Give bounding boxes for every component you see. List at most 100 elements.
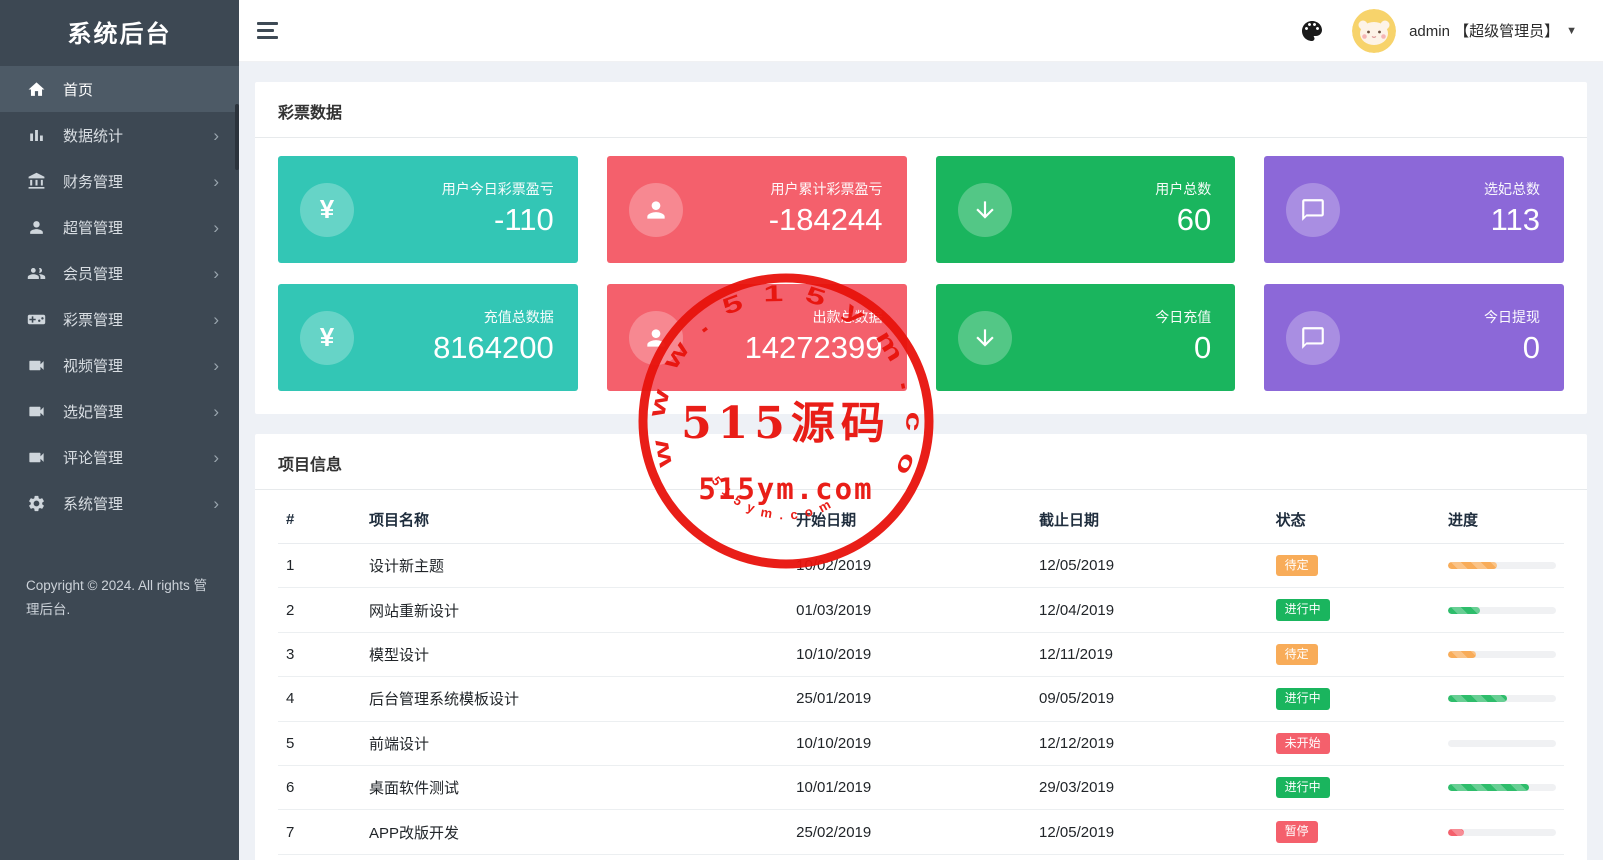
start-date: 10/01/2019 (788, 765, 1031, 809)
progress-bar (1448, 562, 1556, 569)
start-date: 25/02/2019 (788, 810, 1031, 854)
sidebar-item-会员管理[interactable]: 会员管理› (0, 250, 239, 296)
stat-card-label: 充值总数据 (433, 307, 554, 327)
row-number: 4 (278, 677, 361, 721)
sidebar-item-系统管理[interactable]: 系统管理› (0, 480, 239, 526)
progress-fill (1448, 651, 1476, 658)
chevron-right-icon: › (213, 495, 219, 512)
project-name: 后台管理系统模板设计 (361, 677, 788, 721)
user-icon (27, 218, 46, 237)
sidebar-item-label: 彩票管理 (63, 309, 123, 330)
stat-card-出款总数据: 出款总数据14272399 (607, 284, 907, 391)
table-row: 5前端设计10/10/201912/12/2019未开始 (278, 721, 1564, 765)
video-icon (27, 448, 46, 467)
sidebar-scrollbar[interactable] (235, 104, 239, 170)
stat-card-value: 60 (1155, 201, 1211, 240)
lottery-panel-title: 彩票数据 (255, 82, 1587, 138)
column-header: 项目名称 (361, 490, 788, 544)
chevron-down-icon[interactable]: ▼ (1566, 25, 1577, 37)
stat-cards: ¥ 用户今日彩票盈亏-110 用户累计彩票盈亏-184244 用户总数60 选妃总数11… (255, 138, 1587, 414)
sidebar-item-首页[interactable]: 首页 (0, 66, 239, 112)
video-icon (27, 402, 46, 421)
end-date: 29/03/2019 (1031, 765, 1268, 809)
project-name: 前端设计 (361, 721, 788, 765)
progress-fill (1448, 562, 1497, 569)
stat-card-选妃总数: 选妃总数113 (1264, 156, 1564, 263)
home-icon (27, 80, 46, 99)
status-badge: 待定 (1276, 555, 1318, 576)
end-date: 12/12/2019 (1031, 721, 1268, 765)
stat-card-label: 用户总数 (1155, 179, 1211, 199)
top-header: admin 【超级管理员】 ▼ (239, 0, 1603, 62)
theme-palette-icon[interactable] (1300, 19, 1324, 43)
project-name: APP改版开发 (361, 810, 788, 854)
sidebar-item-数据统计[interactable]: 数据统计› (0, 112, 239, 158)
users-icon (27, 264, 46, 283)
sidebar-item-label: 评论管理 (63, 447, 123, 468)
sidebar-item-选妃管理[interactable]: 选妃管理 › (0, 388, 239, 434)
arrow-down-icon (958, 311, 1012, 365)
stat-card-value: 0 (1484, 329, 1540, 368)
yen-icon: ¥ (300, 183, 354, 237)
chevron-right-icon: › (213, 449, 219, 466)
current-user[interactable]: admin 【超级管理员】 (1409, 20, 1559, 41)
sidebar-item-label: 选妃管理 (63, 401, 123, 422)
user-icon (629, 311, 683, 365)
yen-icon: ¥ (300, 311, 354, 365)
chat-icon (1286, 311, 1340, 365)
avatar[interactable] (1352, 9, 1396, 53)
start-date: 10/10/2019 (788, 721, 1031, 765)
progress-fill (1448, 695, 1507, 702)
end-date: 12/05/2019 (1031, 810, 1268, 854)
stat-card-value: 113 (1484, 201, 1540, 240)
sidebar-item-评论管理[interactable]: 评论管理 › (0, 434, 239, 480)
sidebar-item-财务管理[interactable]: 财务管理› (0, 158, 239, 204)
progress-bar (1448, 607, 1556, 614)
status-badge: 暂停 (1276, 821, 1318, 842)
progress-bar (1448, 740, 1556, 747)
stat-card-用户累计彩票盈亏: 用户累计彩票盈亏-184244 (607, 156, 907, 263)
sidebar-item-彩票管理[interactable]: 彩票管理 › (0, 296, 239, 342)
sidebar-toggle-icon[interactable] (257, 21, 283, 41)
row-number: 7 (278, 810, 361, 854)
stat-card-value: -110 (442, 201, 554, 240)
table-row: 7APP改版开发25/02/201912/05/2019 暂停 (278, 810, 1564, 854)
sidebar-item-label: 首页 (63, 79, 93, 100)
progress-fill (1448, 784, 1529, 791)
row-number: 6 (278, 765, 361, 809)
stat-card-value: -184244 (769, 201, 883, 240)
stat-card-用户今日彩票盈亏: ¥ 用户今日彩票盈亏-110 (278, 156, 578, 263)
progress-bar (1448, 651, 1556, 658)
start-date: 01/03/2019 (788, 588, 1031, 632)
chat-icon (1286, 183, 1340, 237)
stat-card-label: 用户今日彩票盈亏 (442, 179, 554, 199)
sidebar-copyright: Copyright © 2024. All rights 管理后台. (0, 574, 239, 621)
project-info-panel: 项目信息 #项目名称开始日期截止日期状态进度 1设计新主题10/02/20191… (255, 434, 1587, 860)
sidebar-nav: 首页数据统计›财务管理›超管管理›会员管理›彩票管理›视频管理›选妃管理›评论管… (0, 66, 239, 526)
user-icon (629, 183, 683, 237)
table-header-row: #项目名称开始日期截止日期状态进度 (278, 490, 1564, 544)
stat-card-用户总数: 用户总数60 (936, 156, 1236, 263)
chevron-right-icon: › (213, 173, 219, 190)
table-row: 1设计新主题10/02/201912/05/2019待定 (278, 544, 1564, 588)
sidebar-item-视频管理[interactable]: 视频管理 › (0, 342, 239, 388)
chevron-right-icon: › (213, 403, 219, 420)
chevron-right-icon: › (213, 357, 219, 374)
status-badge: 进行中 (1276, 599, 1330, 620)
stat-card-今日提现: 今日提现0 (1264, 284, 1564, 391)
column-header: 截止日期 (1031, 490, 1268, 544)
chevron-right-icon: › (213, 127, 219, 144)
gear-icon (27, 494, 46, 513)
sidebar-item-超管管理[interactable]: 超管管理› (0, 204, 239, 250)
stat-card-value: 8164200 (433, 329, 554, 368)
start-date: 10/10/2019 (788, 632, 1031, 676)
chevron-right-icon: › (213, 311, 219, 328)
status-badge: 进行中 (1276, 688, 1330, 709)
row-number: 5 (278, 721, 361, 765)
bar-chart-icon (27, 126, 46, 145)
lottery-data-panel: 彩票数据 ¥ 用户今日彩票盈亏-110 用户累计彩票盈亏-184244 用户总数60 选… (255, 82, 1587, 414)
sidebar-item-label: 视频管理 (63, 355, 123, 376)
column-header: 状态 (1268, 490, 1440, 544)
sidebar: 系统后台 首页数据统计›财务管理›超管管理›会员管理›彩票管理›视频管理›选妃管… (0, 0, 239, 860)
project-name: 模型设计 (361, 632, 788, 676)
